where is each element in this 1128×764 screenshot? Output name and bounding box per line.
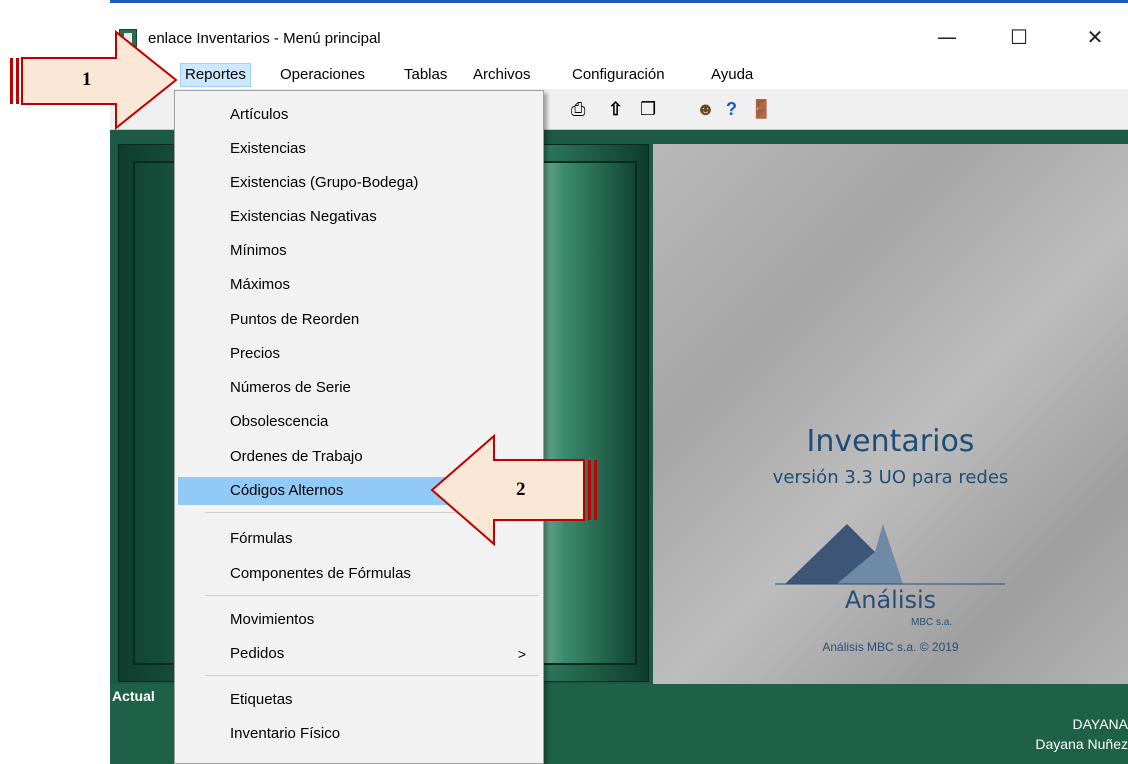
- menu-item-existencias[interactable]: Existencias: [178, 135, 540, 163]
- menu-tablas[interactable]: Tablas: [400, 64, 451, 86]
- menu-item-etiquetas[interactable]: Etiquetas: [178, 686, 540, 714]
- menu-operaciones[interactable]: Operaciones: [276, 64, 369, 86]
- minimize-button[interactable]: —: [924, 17, 970, 57]
- up-arrow-icon[interactable]: ⇧: [608, 99, 623, 119]
- menu-item-existencias-grupo-bodega[interactable]: Existencias (Grupo-Bodega): [178, 169, 540, 197]
- menu-item-componentes-de-formulas[interactable]: Componentes de Fórmulas: [178, 560, 540, 588]
- user-name: Dayana Nuñez: [1035, 736, 1128, 752]
- reportes-dropdown-menu: Artículos Existencias Existencias (Grupo…: [174, 90, 544, 764]
- windows-icon[interactable]: ❐: [640, 99, 656, 119]
- annotation-number-1: 1: [82, 69, 92, 90]
- close-button[interactable]: ✕: [1072, 17, 1118, 57]
- company-name: Análisis: [844, 586, 937, 614]
- menu-archivos[interactable]: Archivos: [469, 64, 535, 86]
- company-suffix: MBC s.a.: [911, 617, 953, 628]
- status-label: Actual: [112, 688, 155, 704]
- menu-item-minimos[interactable]: Mínimos: [178, 237, 540, 265]
- menu-item-numeros-de-serie[interactable]: Números de Serie: [178, 374, 540, 402]
- title-bar[interactable]: enlace Inventarios - Menú principal — ☐ …: [110, 3, 1128, 61]
- exit-door-icon[interactable]: 🚪: [750, 99, 772, 119]
- help-icon[interactable]: ?: [726, 99, 737, 119]
- product-title: Inventarios: [806, 424, 975, 459]
- user-code: DAYANA: [1072, 716, 1128, 732]
- menu-configuracion[interactable]: Configuración: [568, 64, 669, 86]
- menu-separator: [205, 595, 539, 596]
- maximize-button[interactable]: ☐: [996, 17, 1042, 57]
- menu-item-movimientos[interactable]: Movimientos: [178, 606, 540, 634]
- company-logo-icon: [775, 524, 1005, 585]
- menu-item-maximos[interactable]: Máximos: [178, 271, 540, 299]
- printer-icon[interactable]: ⎙: [571, 99, 585, 119]
- product-version: versión 3.3 UO para redes: [772, 467, 1009, 488]
- menu-item-inventario-fisico[interactable]: Inventario Físico: [178, 720, 540, 748]
- menu-bar: Reportes Operaciones Tablas Archivos Con…: [110, 61, 1128, 89]
- menu-item-pedidos[interactable]: Pedidos >: [178, 640, 540, 668]
- menu-item-puntos-de-reorden[interactable]: Puntos de Reorden: [178, 306, 540, 334]
- menu-item-precios[interactable]: Precios: [178, 340, 540, 368]
- menu-item-existencias-negativas[interactable]: Existencias Negativas: [178, 203, 540, 231]
- users-icon[interactable]: ☻: [696, 99, 715, 119]
- menu-ayuda[interactable]: Ayuda: [707, 64, 757, 86]
- annotation-arrow-1: [10, 29, 178, 131]
- menu-item-obsolescencia[interactable]: Obsolescencia: [178, 408, 540, 436]
- splash-panel: Inventarios versión 3.3 UO para redes An…: [653, 144, 1128, 684]
- copyright-text: Análisis MBC s.a. © 2019: [822, 640, 959, 654]
- menu-item-pedidos-label: Pedidos: [230, 645, 285, 662]
- annotation-number-2: 2: [516, 479, 526, 500]
- menu-separator: [205, 675, 539, 676]
- chevron-right-icon: >: [517, 646, 526, 662]
